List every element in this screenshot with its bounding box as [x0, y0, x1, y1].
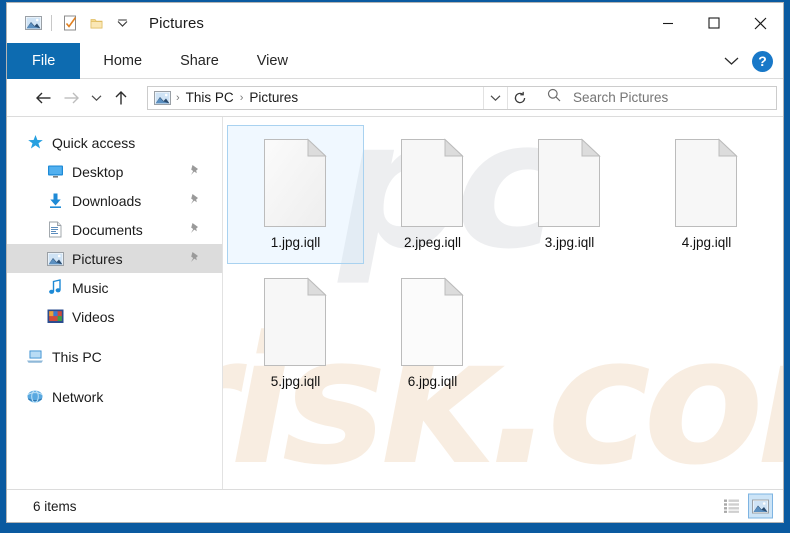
- this-pc-icon: [25, 348, 45, 366]
- desktop-icon: [45, 163, 65, 181]
- sidebar-item-downloads[interactable]: Downloads: [7, 186, 222, 215]
- file-name-label: 1.jpg.iqll: [271, 235, 321, 250]
- sidebar-item-label: Pictures: [72, 251, 123, 267]
- navigation-bar: › This PC › Pictures: [7, 79, 783, 116]
- file-name-label: 5.jpg.iqll: [271, 374, 321, 389]
- refresh-icon[interactable]: [507, 87, 532, 109]
- address-dropdown-chevron-down-icon[interactable]: [483, 87, 507, 109]
- minimize-button[interactable]: [645, 3, 691, 43]
- sidebar-item-desktop[interactable]: Desktop: [7, 157, 222, 186]
- item-count-label: 6 items: [33, 499, 77, 514]
- file-name-label: 6.jpg.iqll: [408, 374, 458, 389]
- title-bar: Pictures: [7, 3, 783, 43]
- ribbon-tabs: File Home Share View ?: [7, 43, 783, 79]
- view-mode-buttons: [719, 494, 773, 519]
- pictures-library-icon[interactable]: [20, 10, 46, 36]
- sidebar-item-network[interactable]: Network: [7, 382, 222, 411]
- music-icon: [45, 279, 65, 297]
- quick-access-toolbar: [7, 3, 135, 43]
- search-icon: [547, 88, 561, 107]
- address-bar[interactable]: › This PC › Pictures: [147, 86, 534, 110]
- sidebar-item-this-pc[interactable]: This PC: [7, 342, 222, 371]
- close-button[interactable]: [737, 3, 783, 43]
- navigation-pane: Quick access Desktop: [7, 117, 223, 489]
- tab-share[interactable]: Share: [161, 43, 238, 79]
- breadcrumb-separator[interactable]: ›: [238, 92, 246, 104]
- documents-icon: [45, 221, 65, 239]
- maximize-button[interactable]: [691, 3, 737, 43]
- blank-file-icon: [397, 276, 469, 368]
- sidebar-spacer: [7, 371, 222, 382]
- pin-icon[interactable]: [189, 222, 200, 238]
- sidebar-item-documents[interactable]: Documents: [7, 215, 222, 244]
- toolbar-separator: [51, 15, 52, 31]
- sidebar-item-label: Videos: [72, 309, 115, 325]
- breadcrumb-this-pc[interactable]: This PC: [182, 90, 238, 105]
- blank-file-icon: [397, 137, 469, 229]
- sidebar-item-label: Documents: [72, 222, 143, 238]
- breadcrumb-separator[interactable]: ›: [174, 92, 182, 104]
- recent-locations-chevron-down-icon[interactable]: [85, 84, 107, 112]
- file-item[interactable]: 1.jpg.iqll: [227, 125, 364, 264]
- blank-file-icon: [260, 276, 332, 368]
- explorer-body: Quick access Desktop: [7, 116, 783, 489]
- customize-chevron-icon[interactable]: [109, 10, 135, 36]
- file-item[interactable]: 5.jpg.iqll: [227, 264, 364, 403]
- tab-file[interactable]: File: [7, 43, 80, 79]
- properties-icon[interactable]: [57, 10, 83, 36]
- blank-file-icon: [534, 137, 606, 229]
- expand-ribbon-chevron-down-icon[interactable]: [720, 50, 742, 72]
- search-box[interactable]: Search Pictures: [533, 86, 777, 110]
- sidebar-item-quick-access[interactable]: Quick access: [7, 128, 222, 157]
- window-title: Pictures: [149, 15, 204, 32]
- blank-file-icon: [260, 137, 332, 229]
- file-grid: 1.jpg.iqll 2.jpeg.iqll: [227, 125, 783, 403]
- sidebar-item-videos[interactable]: Videos: [7, 302, 222, 331]
- file-item[interactable]: 3.jpg.iqll: [501, 125, 638, 264]
- breadcrumb-pictures-icon: [153, 89, 171, 107]
- pin-icon[interactable]: [189, 193, 200, 209]
- star-icon: [25, 134, 45, 152]
- details-view-button[interactable]: [719, 494, 744, 519]
- blank-file-icon: [671, 137, 743, 229]
- file-name-label: 4.jpg.iqll: [682, 235, 732, 250]
- desktop-background: Pictures File Home Share View: [0, 0, 790, 533]
- sidebar-item-label: Desktop: [72, 164, 123, 180]
- pin-icon[interactable]: [189, 164, 200, 180]
- new-folder-icon[interactable]: [83, 10, 109, 36]
- videos-icon: [45, 308, 65, 326]
- sidebar-item-pictures[interactable]: Pictures: [7, 244, 222, 273]
- pictures-icon: [45, 250, 65, 268]
- sidebar-item-label: Network: [52, 389, 103, 405]
- file-item[interactable]: 6.jpg.iqll: [364, 264, 501, 403]
- tab-home[interactable]: Home: [84, 43, 161, 79]
- sidebar-spacer: [7, 331, 222, 342]
- sidebar-item-music[interactable]: Music: [7, 273, 222, 302]
- large-icons-view-button[interactable]: [748, 494, 773, 519]
- file-item[interactable]: 2.jpeg.iqll: [364, 125, 501, 264]
- file-explorer-window: Pictures File Home Share View: [6, 2, 784, 523]
- sidebar-item-label: Music: [72, 280, 109, 296]
- up-button[interactable]: [107, 84, 135, 112]
- back-button[interactable]: [29, 84, 57, 112]
- status-bar: 6 items: [7, 489, 783, 522]
- file-item[interactable]: 4.jpg.iqll: [638, 125, 775, 264]
- forward-button[interactable]: [57, 84, 85, 112]
- file-name-label: 2.jpeg.iqll: [404, 235, 461, 250]
- downloads-icon: [45, 192, 65, 210]
- sidebar-item-label: Downloads: [72, 193, 141, 209]
- file-name-label: 3.jpg.iqll: [545, 235, 595, 250]
- pin-icon[interactable]: [189, 251, 200, 267]
- ribbon-right-controls: ?: [720, 43, 777, 79]
- file-list-area[interactable]: pc risk.com: [223, 117, 783, 489]
- breadcrumb: › This PC › Pictures: [153, 89, 483, 107]
- caption-buttons: [645, 3, 783, 43]
- tab-view[interactable]: View: [238, 43, 307, 79]
- help-button[interactable]: ?: [752, 51, 773, 72]
- sidebar-item-label: Quick access: [52, 135, 135, 151]
- network-icon: [25, 388, 45, 406]
- search-input[interactable]: Search Pictures: [573, 90, 668, 105]
- sidebar-item-label: This PC: [52, 349, 102, 365]
- breadcrumb-pictures[interactable]: Pictures: [245, 90, 302, 105]
